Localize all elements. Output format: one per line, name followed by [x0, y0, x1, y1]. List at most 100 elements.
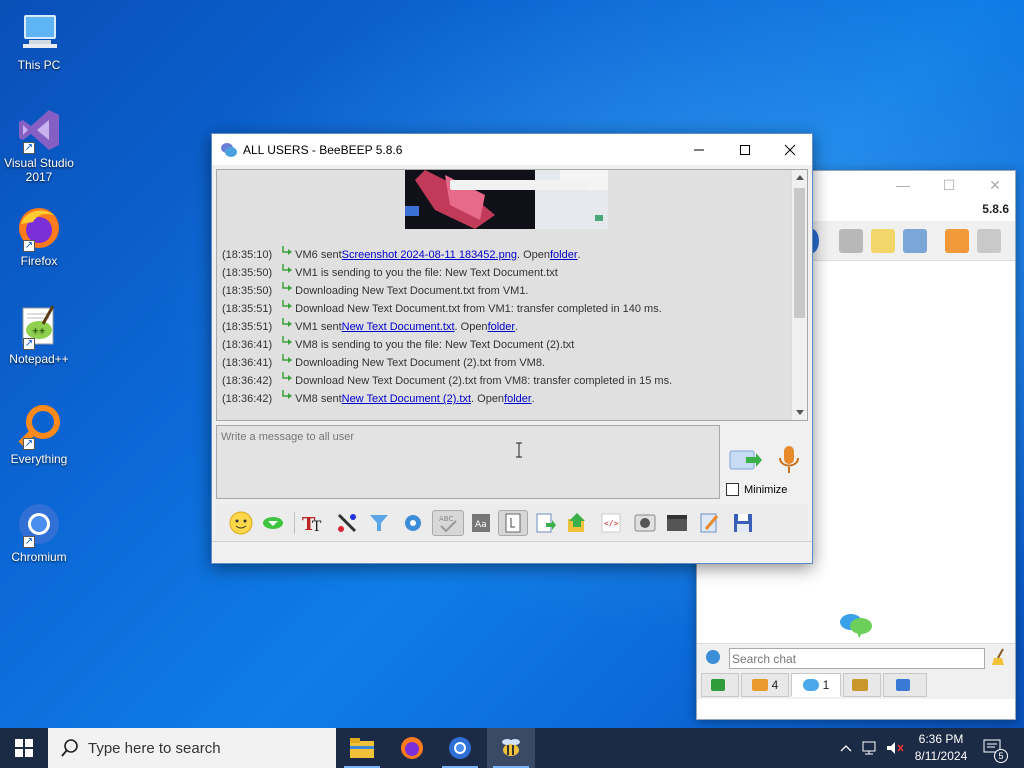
file-link[interactable]: New Text Document.txt: [342, 321, 455, 333]
minimize-icon[interactable]: —: [893, 177, 913, 195]
html-code-icon[interactable]: </>: [598, 510, 624, 536]
log-text: Download New Text Document (2).txt from …: [295, 375, 673, 387]
settings-gear-icon[interactable]: [400, 510, 426, 536]
minimize-button[interactable]: [676, 134, 722, 165]
open-folder-link[interactable]: folder: [504, 393, 532, 405]
log-text: . Open: [454, 321, 488, 333]
tray-chevron-up-icon[interactable]: [836, 728, 856, 768]
file-link[interactable]: New Text Document (2).txt: [342, 393, 471, 405]
maximize-button[interactable]: [722, 134, 768, 165]
visual-studio-icon: ↗: [15, 106, 63, 154]
open-folder-link[interactable]: folder: [488, 321, 516, 333]
close-button[interactable]: [767, 134, 813, 165]
notifications-button[interactable]: 5: [980, 728, 1008, 768]
window-title: ALL USERS - BeeBEEP 5.8.6: [243, 142, 403, 157]
minimize-checkbox[interactable]: [726, 483, 739, 496]
desktop-icon-everything[interactable]: ↗ Everything: [4, 402, 74, 482]
save-icon[interactable]: [730, 510, 756, 536]
send-message-icon: [729, 450, 762, 470]
font-icon[interactable]: TT: [300, 510, 326, 536]
desktop-icon-this-pc[interactable]: This PC: [4, 8, 74, 88]
collapse-icon[interactable]: [260, 510, 286, 536]
maximize-icon[interactable]: ☐: [939, 177, 959, 195]
windows-logo-icon: [15, 739, 33, 757]
filter-icon[interactable]: [366, 510, 392, 536]
spellcheck-icon[interactable]: ABC: [432, 510, 464, 536]
chat-history[interactable]: (18:35:10) VM6 sent Screenshot 2024-08-11…: [216, 169, 808, 421]
scroll-down-icon[interactable]: [792, 404, 808, 420]
tab-groups[interactable]: 4: [741, 673, 789, 697]
message-input[interactable]: Write a message to all user: [216, 425, 720, 499]
taskbar-clock[interactable]: 6:36 PM 8/11/2024: [906, 731, 976, 765]
volume-muted-icon[interactable]: [884, 728, 906, 768]
microphone-icon: [779, 446, 799, 473]
color-picker-icon[interactable]: [334, 510, 360, 536]
tab-files[interactable]: [883, 673, 927, 697]
taskbar-firefox[interactable]: [388, 728, 436, 768]
close-icon[interactable]: ✕: [985, 177, 1005, 195]
taskbar-file-explorer[interactable]: [338, 728, 386, 768]
chromium-icon: [449, 737, 471, 759]
svg-text:++: ++: [32, 326, 45, 335]
users-icon: [711, 679, 725, 691]
text-style-icon[interactable]: Aa: [468, 510, 494, 536]
desktop-icon-notepadpp[interactable]: ++ ↗ Notepad++: [4, 302, 74, 382]
tools-icon[interactable]: [903, 229, 927, 253]
shortcut-arrow-icon: ↗: [23, 438, 35, 450]
vertical-scrollbar[interactable]: [791, 170, 807, 420]
edit-icon[interactable]: [871, 229, 895, 253]
desktop-icon-chromium[interactable]: ↗ Chromium: [4, 500, 74, 580]
scroll-thumb[interactable]: [794, 188, 805, 318]
tab-network[interactable]: [843, 673, 881, 697]
upload-icon[interactable]: [945, 229, 969, 253]
network-icon[interactable]: [860, 728, 882, 768]
toolbar-separator: [294, 512, 295, 534]
log-text: VM6 sent: [295, 249, 342, 261]
screenshot-thumbnail[interactable]: [405, 170, 608, 229]
emoticon-icon[interactable]: [228, 510, 254, 536]
tab-users[interactable]: [701, 673, 739, 697]
note-icon[interactable]: [498, 510, 528, 536]
send-file-icon[interactable]: [564, 510, 590, 536]
open-folder-link[interactable]: folder: [550, 249, 578, 261]
log-text: . Open: [516, 249, 550, 261]
send-button[interactable]: [728, 445, 762, 475]
log-text: . Open: [471, 393, 505, 405]
log-timestamp: (18:35:50): [222, 285, 273, 297]
minimize-option[interactable]: Minimize: [726, 483, 787, 496]
maximize-icon: [740, 144, 750, 155]
beebeep-bee-icon: [502, 739, 520, 756]
desktop-icon-firefox[interactable]: ↗ Firefox: [4, 204, 74, 284]
taskbar-chromium[interactable]: [436, 728, 484, 768]
edit-note-icon[interactable]: [696, 510, 722, 536]
trash-icon[interactable]: [977, 229, 1001, 253]
search-chat-input[interactable]: Search chat: [729, 648, 985, 669]
bottom-tabs: 4 1: [697, 671, 1015, 699]
desktop-icon-label: Visual Studio 2017: [4, 156, 74, 184]
log-text: VM8 sent: [295, 393, 342, 405]
scroll-up-icon[interactable]: [792, 170, 808, 186]
taskbar-search-input[interactable]: Type here to search: [48, 728, 336, 768]
chat-window[interactable]: ALL USERS - BeeBEEP 5.8.6 (18:35:10) VM6…: [211, 133, 813, 564]
desktop-icon-visual-studio[interactable]: ↗ Visual Studio 2017: [4, 106, 74, 186]
shortcut-arrow-icon: ↗: [23, 338, 35, 350]
everything-search-icon: ↗: [15, 402, 63, 450]
tab-chats[interactable]: 1: [791, 673, 841, 697]
svg-text:</>: </>: [604, 519, 619, 528]
close-icon: [784, 144, 796, 155]
settings-gear-icon[interactable]: [706, 650, 720, 664]
chat-window-titlebar[interactable]: ALL USERS - BeeBEEP 5.8.6: [212, 134, 812, 165]
file-link[interactable]: Screenshot 2024-08-11 183452.png: [342, 249, 517, 261]
log-text: VM1 is sending to you the file: New Text…: [295, 267, 558, 279]
log-timestamp: (18:36:42): [222, 393, 273, 405]
log-text: Downloading New Text Document (2).txt fr…: [295, 357, 545, 369]
start-button[interactable]: [0, 728, 48, 768]
taskbar-beebeep[interactable]: [487, 728, 535, 768]
capture-window-icon[interactable]: [664, 510, 690, 536]
search-row: Search chat: [697, 643, 1015, 671]
screenshot-icon[interactable]: [632, 510, 658, 536]
envelope-icon[interactable]: [839, 229, 863, 253]
export-document-icon[interactable]: [532, 510, 558, 536]
clear-broom-icon[interactable]: [991, 648, 1007, 666]
voice-message-button[interactable]: [776, 444, 802, 476]
